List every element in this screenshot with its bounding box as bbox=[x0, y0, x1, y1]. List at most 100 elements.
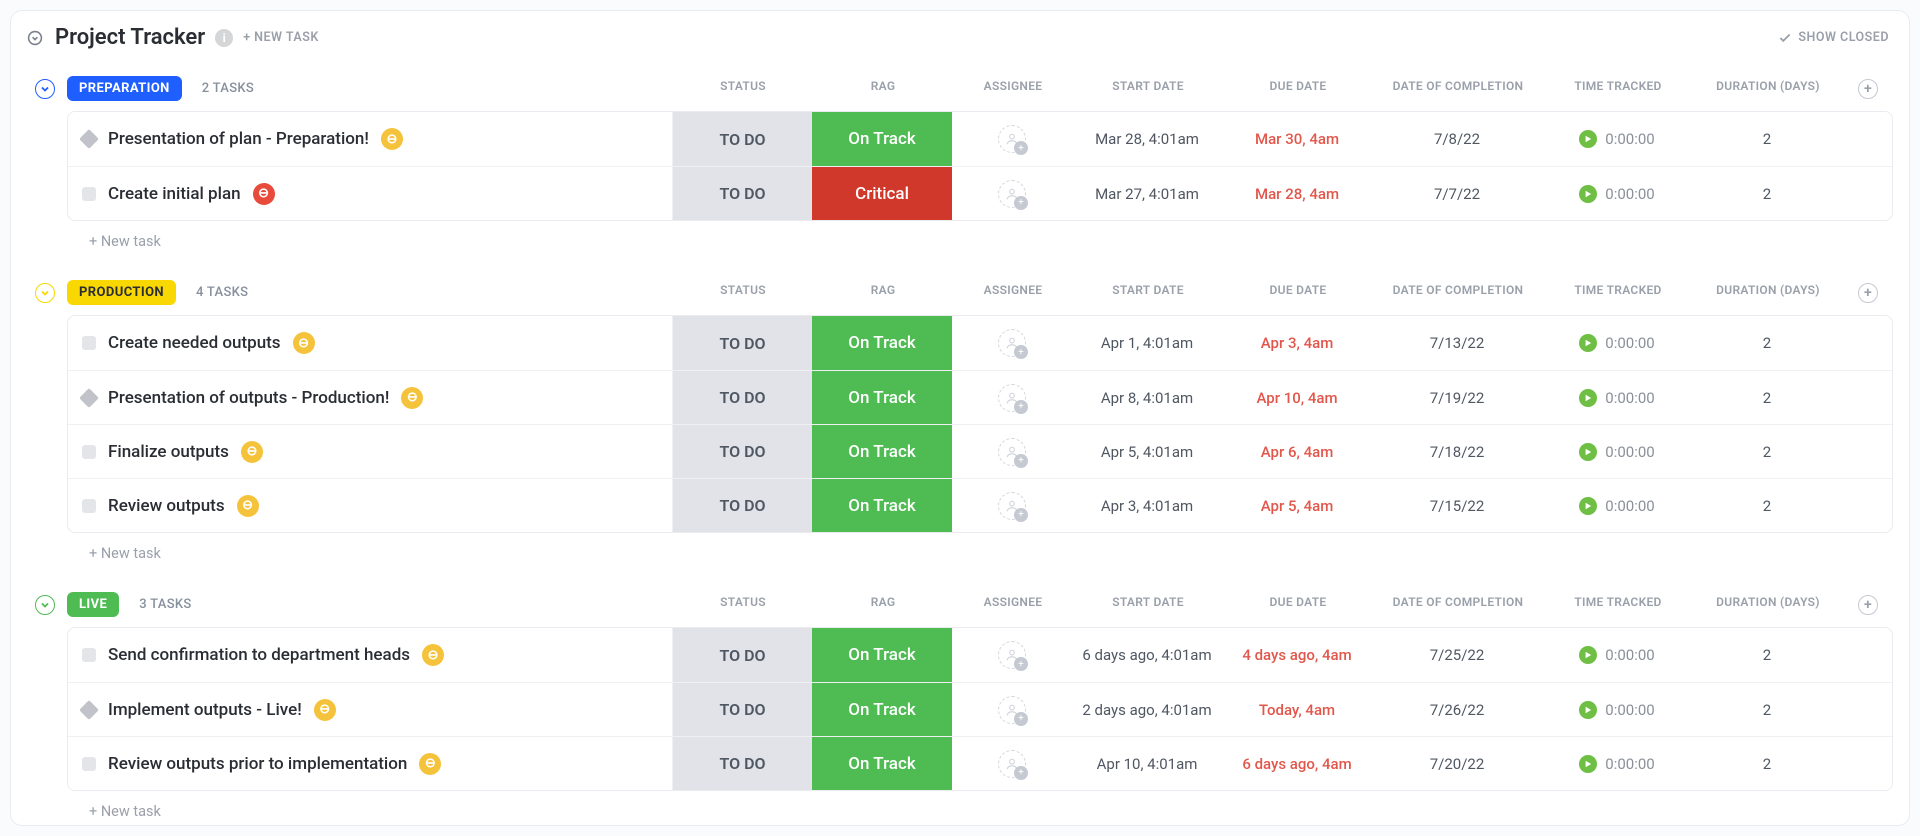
duration-cell[interactable]: 2 bbox=[1692, 737, 1842, 790]
due-date-cell[interactable]: Today, 4am bbox=[1222, 683, 1372, 736]
status-cell[interactable]: TO DO bbox=[672, 112, 812, 166]
priority-badge-icon[interactable]: ⊖ bbox=[314, 699, 336, 721]
assignee-placeholder[interactable]: + bbox=[998, 438, 1026, 466]
collapse-panel-button[interactable] bbox=[25, 28, 45, 48]
new-task-inline-button[interactable]: + New task bbox=[11, 533, 1909, 572]
assignee-placeholder[interactable]: + bbox=[998, 750, 1026, 778]
task-name-cell[interactable]: Create initial plan ⊖ bbox=[68, 167, 672, 220]
priority-badge-icon[interactable]: ⊖ bbox=[401, 387, 423, 409]
time-tracked-cell[interactable]: 0:00:00 bbox=[1542, 479, 1692, 532]
assignee-placeholder[interactable]: + bbox=[998, 696, 1026, 724]
task-row[interactable]: Send confirmation to department heads ⊖ … bbox=[68, 628, 1892, 682]
completion-date-cell[interactable]: 7/20/22 bbox=[1372, 737, 1542, 790]
status-cell[interactable]: TO DO bbox=[672, 683, 812, 736]
duration-cell[interactable]: 2 bbox=[1692, 112, 1842, 166]
status-cell[interactable]: TO DO bbox=[672, 425, 812, 478]
assignee-cell[interactable]: + bbox=[952, 479, 1072, 532]
rag-cell[interactable]: On Track bbox=[812, 479, 952, 532]
assignee-cell[interactable]: + bbox=[952, 112, 1072, 166]
duration-cell[interactable]: 2 bbox=[1692, 683, 1842, 736]
rag-cell[interactable]: On Track bbox=[812, 316, 952, 370]
start-date-cell[interactable]: Apr 5, 4:01am bbox=[1072, 425, 1222, 478]
rag-cell[interactable]: Critical bbox=[812, 167, 952, 220]
duration-cell[interactable]: 2 bbox=[1692, 167, 1842, 220]
task-row[interactable]: Review outputs prior to implementation ⊖… bbox=[68, 736, 1892, 790]
section-pill[interactable]: PREPARATION bbox=[67, 76, 182, 101]
task-row[interactable]: Implement outputs - Live! ⊖ TO DO On Tra… bbox=[68, 682, 1892, 736]
duration-cell[interactable]: 2 bbox=[1692, 479, 1842, 532]
play-timer-button[interactable] bbox=[1579, 130, 1597, 148]
task-row[interactable]: Create needed outputs ⊖ TO DO On Track +… bbox=[68, 316, 1892, 370]
new-task-button[interactable]: + NEW TASK bbox=[243, 30, 319, 45]
task-name-cell[interactable]: Send confirmation to department heads ⊖ bbox=[68, 628, 672, 682]
assignee-cell[interactable]: + bbox=[952, 683, 1072, 736]
new-task-inline-button[interactable]: + New task bbox=[11, 221, 1909, 260]
due-date-cell[interactable]: Apr 3, 4am bbox=[1222, 316, 1372, 370]
play-timer-button[interactable] bbox=[1579, 701, 1597, 719]
section-collapse-button[interactable] bbox=[35, 79, 55, 99]
time-tracked-cell[interactable]: 0:00:00 bbox=[1542, 167, 1692, 220]
due-date-cell[interactable]: Mar 28, 4am bbox=[1222, 167, 1372, 220]
status-cell[interactable]: TO DO bbox=[672, 316, 812, 370]
time-tracked-cell[interactable]: 0:00:00 bbox=[1542, 371, 1692, 424]
task-name-cell[interactable]: Implement outputs - Live! ⊖ bbox=[68, 683, 672, 736]
start-date-cell[interactable]: 6 days ago, 4:01am bbox=[1072, 628, 1222, 682]
due-date-cell[interactable]: 6 days ago, 4am bbox=[1222, 737, 1372, 790]
priority-badge-icon[interactable]: ⊖ bbox=[253, 183, 275, 205]
play-timer-button[interactable] bbox=[1579, 389, 1597, 407]
play-timer-button[interactable] bbox=[1579, 646, 1597, 664]
completion-date-cell[interactable]: 7/7/22 bbox=[1372, 167, 1542, 220]
task-name-cell[interactable]: Create needed outputs ⊖ bbox=[68, 316, 672, 370]
completion-date-cell[interactable]: 7/18/22 bbox=[1372, 425, 1542, 478]
priority-badge-icon[interactable]: ⊖ bbox=[381, 128, 403, 150]
task-row[interactable]: Review outputs ⊖ TO DO On Track + Apr 3,… bbox=[68, 478, 1892, 532]
start-date-cell[interactable]: 2 days ago, 4:01am bbox=[1072, 683, 1222, 736]
assignee-cell[interactable]: + bbox=[952, 371, 1072, 424]
assignee-placeholder[interactable]: + bbox=[998, 641, 1026, 669]
task-name-cell[interactable]: Review outputs ⊖ bbox=[68, 479, 672, 532]
section-collapse-button[interactable] bbox=[35, 595, 55, 615]
duration-cell[interactable]: 2 bbox=[1692, 425, 1842, 478]
completion-date-cell[interactable]: 7/26/22 bbox=[1372, 683, 1542, 736]
time-tracked-cell[interactable]: 0:00:00 bbox=[1542, 316, 1692, 370]
completion-date-cell[interactable]: 7/13/22 bbox=[1372, 316, 1542, 370]
add-column-button[interactable]: + bbox=[1858, 79, 1878, 99]
assignee-cell[interactable]: + bbox=[952, 628, 1072, 682]
assignee-placeholder[interactable]: + bbox=[998, 125, 1026, 153]
time-tracked-cell[interactable]: 0:00:00 bbox=[1542, 683, 1692, 736]
assignee-placeholder[interactable]: + bbox=[998, 180, 1026, 208]
play-timer-button[interactable] bbox=[1579, 755, 1597, 773]
start-date-cell[interactable]: Apr 8, 4:01am bbox=[1072, 371, 1222, 424]
task-name-cell[interactable]: Finalize outputs ⊖ bbox=[68, 425, 672, 478]
duration-cell[interactable]: 2 bbox=[1692, 316, 1842, 370]
rag-cell[interactable]: On Track bbox=[812, 737, 952, 790]
add-column-button[interactable]: + bbox=[1858, 283, 1878, 303]
rag-cell[interactable]: On Track bbox=[812, 371, 952, 424]
show-closed-toggle[interactable]: SHOW CLOSED bbox=[1778, 30, 1889, 45]
assignee-placeholder[interactable]: + bbox=[998, 384, 1026, 412]
status-cell[interactable]: TO DO bbox=[672, 628, 812, 682]
task-row[interactable]: Finalize outputs ⊖ TO DO On Track + Apr … bbox=[68, 424, 1892, 478]
completion-date-cell[interactable]: 7/15/22 bbox=[1372, 479, 1542, 532]
task-name-cell[interactable]: Review outputs prior to implementation ⊖ bbox=[68, 737, 672, 790]
due-date-cell[interactable]: Mar 30, 4am bbox=[1222, 112, 1372, 166]
due-date-cell[interactable]: 4 days ago, 4am bbox=[1222, 628, 1372, 682]
section-pill[interactable]: LIVE bbox=[67, 592, 119, 617]
priority-badge-icon[interactable]: ⊖ bbox=[422, 644, 444, 666]
assignee-cell[interactable]: + bbox=[952, 167, 1072, 220]
status-cell[interactable]: TO DO bbox=[672, 371, 812, 424]
assignee-cell[interactable]: + bbox=[952, 316, 1072, 370]
play-timer-button[interactable] bbox=[1579, 185, 1597, 203]
time-tracked-cell[interactable]: 0:00:00 bbox=[1542, 425, 1692, 478]
add-column-button[interactable]: + bbox=[1858, 595, 1878, 615]
rag-cell[interactable]: On Track bbox=[812, 683, 952, 736]
task-row[interactable]: Presentation of plan - Preparation! ⊖ TO… bbox=[68, 112, 1892, 166]
task-name-cell[interactable]: Presentation of outputs - Production! ⊖ bbox=[68, 371, 672, 424]
start-date-cell[interactable]: Apr 1, 4:01am bbox=[1072, 316, 1222, 370]
play-timer-button[interactable] bbox=[1579, 334, 1597, 352]
task-row[interactable]: Presentation of outputs - Production! ⊖ … bbox=[68, 370, 1892, 424]
start-date-cell[interactable]: Apr 3, 4:01am bbox=[1072, 479, 1222, 532]
priority-badge-icon[interactable]: ⊖ bbox=[293, 332, 315, 354]
start-date-cell[interactable]: Mar 27, 4:01am bbox=[1072, 167, 1222, 220]
time-tracked-cell[interactable]: 0:00:00 bbox=[1542, 737, 1692, 790]
